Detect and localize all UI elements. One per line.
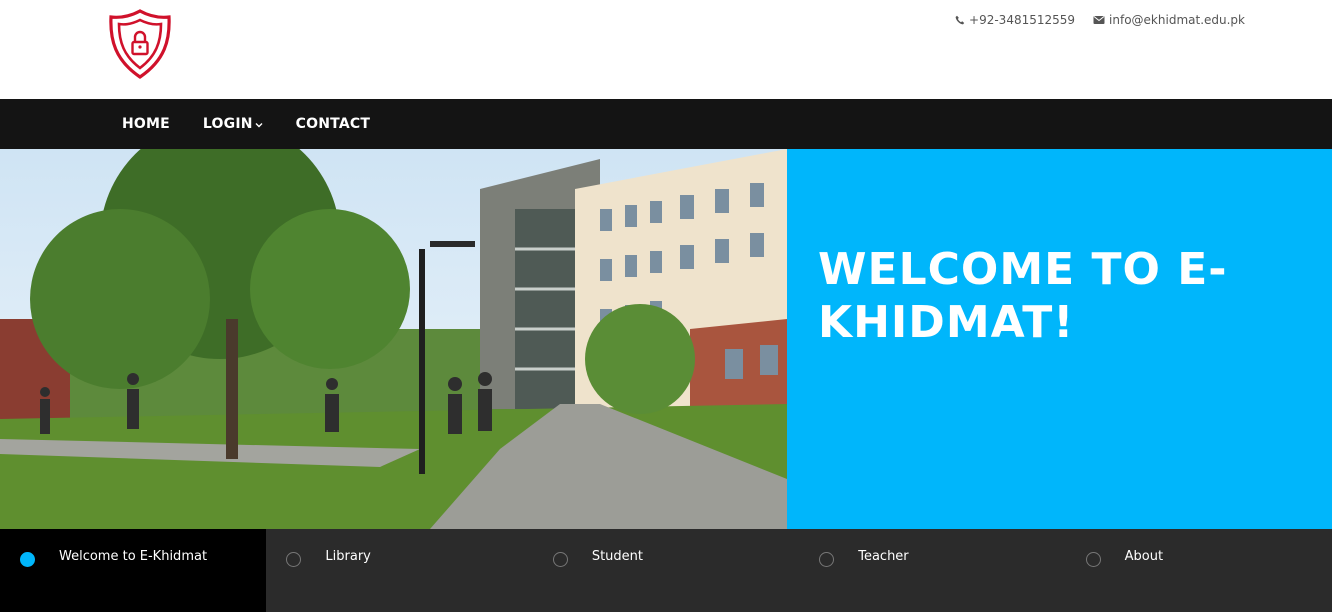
phone-number: +92-3481512559 bbox=[969, 13, 1076, 27]
nav-list: HOME LOGIN CONTACT bbox=[122, 99, 403, 149]
radio-dot-icon bbox=[1085, 552, 1101, 567]
tab-student-label: Student bbox=[591, 549, 643, 564]
nav-home-label: HOME bbox=[122, 116, 170, 132]
campus-photo bbox=[0, 149, 787, 529]
nav-home[interactable]: HOME bbox=[122, 116, 170, 132]
chevron-down-icon bbox=[255, 120, 263, 129]
radio-dot-icon bbox=[552, 552, 568, 567]
tab-student[interactable]: Student bbox=[533, 529, 799, 612]
nav-login-dropdown[interactable]: LOGIN bbox=[203, 116, 263, 132]
tab-welcome-label: Welcome to E-Khidmat bbox=[59, 549, 208, 564]
email-address: info@ekhidmat.edu.pk bbox=[1109, 13, 1245, 27]
contact-info: +92-3481512559 info@ekhidmat.edu.pk bbox=[955, 13, 1245, 27]
tab-welcome[interactable]: Welcome to E-Khidmat bbox=[0, 529, 267, 612]
top-header: +92-3481512559 info@ekhidmat.edu.pk bbox=[0, 0, 1332, 99]
tab-teacher[interactable]: Teacher bbox=[799, 529, 1065, 612]
hero-text-panel: WELCOME TO E-KHIDMAT! bbox=[787, 149, 1332, 529]
slider-tabs: Welcome to E-Khidmat Library Student Tea… bbox=[0, 529, 1332, 612]
shield-lock-icon[interactable] bbox=[107, 8, 173, 80]
tab-library[interactable]: Library bbox=[266, 529, 532, 612]
email-contact[interactable]: info@ekhidmat.edu.pk bbox=[1093, 13, 1245, 27]
hero-slider: WELCOME TO E-KHIDMAT! bbox=[0, 149, 1332, 529]
nav-contact[interactable]: CONTACT bbox=[296, 116, 370, 132]
envelope-icon bbox=[1093, 15, 1105, 25]
tab-teacher-label: Teacher bbox=[858, 549, 909, 564]
nav-login-label: LOGIN bbox=[202, 116, 253, 132]
radio-dot-icon bbox=[20, 552, 35, 567]
radio-dot-icon bbox=[819, 552, 835, 567]
phone-contact[interactable]: +92-3481512559 bbox=[955, 13, 1075, 27]
tab-about-label: About bbox=[1124, 549, 1164, 564]
tab-library-label: Library bbox=[325, 549, 371, 564]
hero-title: WELCOME TO E-KHIDMAT! bbox=[818, 244, 1228, 348]
tab-about[interactable]: About bbox=[1066, 529, 1332, 612]
main-navbar: HOME LOGIN CONTACT bbox=[0, 99, 1332, 149]
phone-icon bbox=[955, 15, 965, 25]
nav-contact-label: CONTACT bbox=[295, 116, 371, 132]
radio-dot-icon bbox=[286, 552, 302, 567]
